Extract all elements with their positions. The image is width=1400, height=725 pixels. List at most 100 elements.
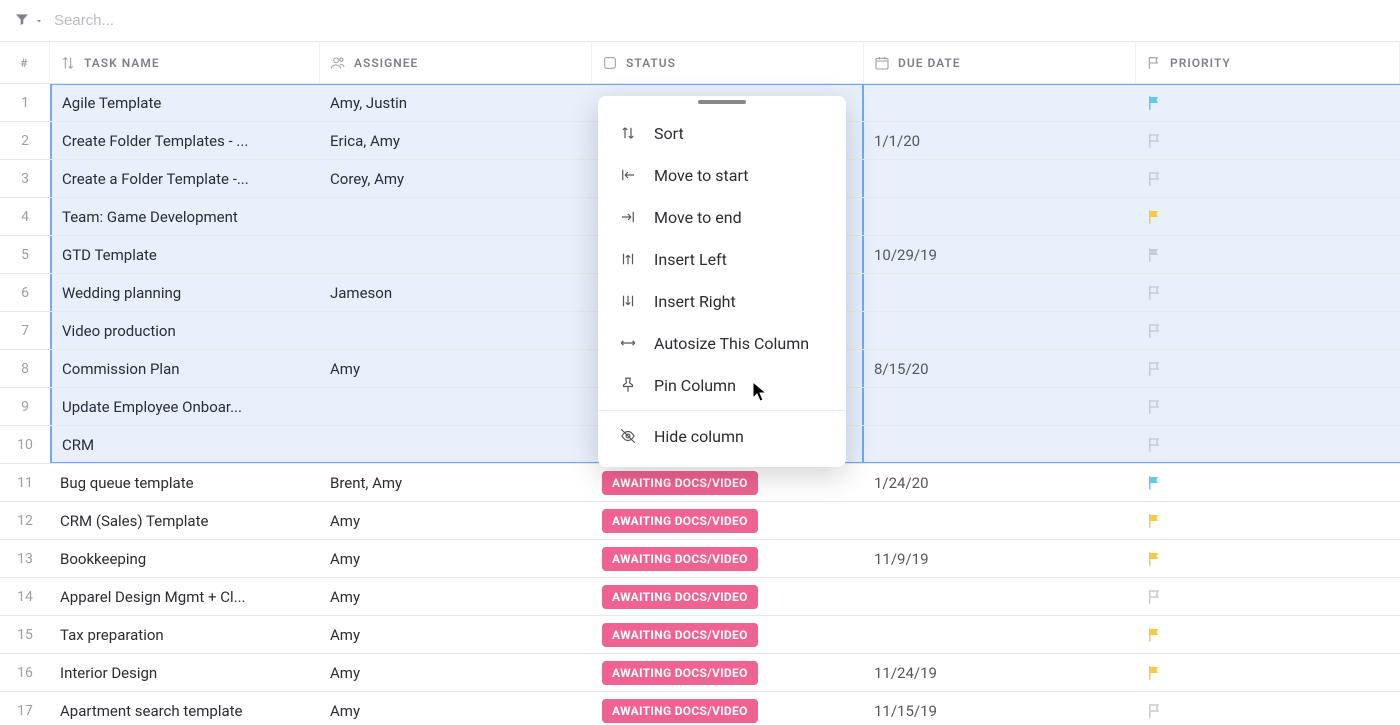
assignee-cell[interactable]	[320, 236, 592, 273]
table-row[interactable]: 16Interior DesignAmyAWAITING DOCS/VIDEO1…	[0, 654, 1400, 692]
task-name-cell[interactable]: CRM (Sales) Template	[50, 502, 320, 539]
menu-insert-right[interactable]: Insert Right	[598, 280, 846, 322]
menu-move-to-start[interactable]: Move to start	[598, 154, 846, 196]
search-input[interactable]	[54, 12, 1386, 29]
assignee-cell[interactable]: Amy	[320, 616, 592, 653]
table-row[interactable]: 13BookkeepingAmyAWAITING DOCS/VIDEO11/9/…	[0, 540, 1400, 578]
priority-cell[interactable]	[1136, 464, 1400, 501]
assignee-cell[interactable]	[320, 388, 592, 425]
priority-cell[interactable]	[1136, 274, 1400, 311]
assignee-cell[interactable]	[320, 198, 592, 235]
status-cell[interactable]: AWAITING DOCS/VIDEO	[592, 578, 864, 615]
status-cell[interactable]: AWAITING DOCS/VIDEO	[592, 654, 864, 691]
task-name-cell[interactable]: Commission Plan	[50, 350, 320, 387]
due-date-cell[interactable]	[864, 426, 1136, 463]
due-date-cell[interactable]: 1/24/20	[864, 464, 1136, 501]
priority-cell[interactable]	[1136, 616, 1400, 653]
due-date-cell[interactable]	[864, 84, 1136, 121]
task-name-cell[interactable]: Interior Design	[50, 654, 320, 691]
table-row[interactable]: 11Bug queue templateBrent, AmyAWAITING D…	[0, 464, 1400, 502]
task-name-cell[interactable]: Wedding planning	[50, 274, 320, 311]
priority-cell[interactable]	[1136, 426, 1400, 463]
priority-cell[interactable]	[1136, 198, 1400, 235]
assignee-cell[interactable]: Amy	[320, 692, 592, 725]
table-row[interactable]: 15Tax preparationAmyAWAITING DOCS/VIDEO	[0, 616, 1400, 654]
priority-cell[interactable]	[1136, 578, 1400, 615]
due-date-cell[interactable]: 10/29/19	[864, 236, 1136, 273]
priority-cell[interactable]	[1136, 350, 1400, 387]
task-name-cell[interactable]: Bug queue template	[50, 464, 320, 501]
assignee-cell[interactable]: Amy	[320, 578, 592, 615]
priority-cell[interactable]	[1136, 84, 1400, 121]
task-name-cell[interactable]: Apparel Design Mgmt + Cl...	[50, 578, 320, 615]
due-date-cell[interactable]	[864, 388, 1136, 425]
task-name-cell[interactable]: Create Folder Templates - ...	[50, 122, 320, 159]
priority-flag-icon	[1146, 398, 1164, 416]
task-name-cell[interactable]: Update Employee Onboar...	[50, 388, 320, 425]
assignee-cell[interactable]: Corey, Amy	[320, 160, 592, 197]
priority-cell[interactable]	[1136, 654, 1400, 691]
assignee-cell[interactable]: Amy	[320, 350, 592, 387]
table-row[interactable]: 14Apparel Design Mgmt + Cl...AmyAWAITING…	[0, 578, 1400, 616]
priority-cell[interactable]	[1136, 312, 1400, 349]
task-name-cell[interactable]: GTD Template	[50, 236, 320, 273]
assignee-cell[interactable]: Jameson	[320, 274, 592, 311]
filter-trigger[interactable]	[14, 11, 44, 31]
assignee-cell[interactable]: Amy	[320, 502, 592, 539]
menu-move-to-end[interactable]: Move to end	[598, 196, 846, 238]
menu-pin-column[interactable]: Pin Column	[598, 364, 846, 406]
priority-cell[interactable]	[1136, 502, 1400, 539]
table-row[interactable]: 12CRM (Sales) TemplateAmyAWAITING DOCS/V…	[0, 502, 1400, 540]
task-name-cell[interactable]: Bookkeeping	[50, 540, 320, 577]
drag-handle[interactable]	[698, 100, 746, 104]
header-priority[interactable]: PRIORITY	[1136, 42, 1400, 83]
assignee-cell[interactable]: Amy, Justin	[320, 84, 592, 121]
due-date-cell[interactable]	[864, 274, 1136, 311]
task-name-cell[interactable]: Video production	[50, 312, 320, 349]
header-row-number[interactable]: #	[0, 42, 50, 83]
menu-insert-left[interactable]: Insert Left	[598, 238, 846, 280]
menu-sort[interactable]: Sort	[598, 112, 846, 154]
task-name-cell[interactable]: Agile Template	[50, 84, 320, 121]
assignee-cell[interactable]: Erica, Amy	[320, 122, 592, 159]
due-date-cell[interactable]	[864, 160, 1136, 197]
assignee-cell[interactable]	[320, 312, 592, 349]
task-name-cell[interactable]: Tax preparation	[50, 616, 320, 653]
task-name-cell[interactable]: Create a Folder Template -...	[50, 160, 320, 197]
task-name-cell[interactable]: CRM	[50, 426, 320, 463]
due-date-cell[interactable]	[864, 578, 1136, 615]
menu-autosize-column[interactable]: Autosize This Column	[598, 322, 846, 364]
header-task-name[interactable]: TASK NAME	[50, 42, 320, 83]
assignee-cell[interactable]: Brent, Amy	[320, 464, 592, 501]
due-date-cell[interactable]: 11/9/19	[864, 540, 1136, 577]
due-date-cell[interactable]: 8/15/20	[864, 350, 1136, 387]
table-row[interactable]: 17Apartment search templateAmyAWAITING D…	[0, 692, 1400, 725]
due-date-cell[interactable]: 11/24/19	[864, 654, 1136, 691]
due-date-cell[interactable]: 11/15/19	[864, 692, 1136, 725]
due-date-cell[interactable]	[864, 616, 1136, 653]
menu-hide-column[interactable]: Hide column	[598, 415, 846, 457]
priority-cell[interactable]	[1136, 236, 1400, 273]
assignee-cell[interactable]: Amy	[320, 654, 592, 691]
priority-cell[interactable]	[1136, 692, 1400, 725]
due-date-cell[interactable]: 1/1/20	[864, 122, 1136, 159]
priority-cell[interactable]	[1136, 540, 1400, 577]
task-name-cell[interactable]: Team: Game Development	[50, 198, 320, 235]
assignee-cell[interactable]	[320, 426, 592, 463]
status-cell[interactable]: AWAITING DOCS/VIDEO	[592, 540, 864, 577]
header-due-date[interactable]: DUE DATE	[864, 42, 1136, 83]
priority-cell[interactable]	[1136, 388, 1400, 425]
header-status[interactable]: STATUS	[592, 42, 864, 83]
assignee-cell[interactable]: Amy	[320, 540, 592, 577]
status-cell[interactable]: AWAITING DOCS/VIDEO	[592, 692, 864, 725]
due-date-cell[interactable]	[864, 502, 1136, 539]
status-cell[interactable]: AWAITING DOCS/VIDEO	[592, 464, 864, 501]
priority-cell[interactable]	[1136, 160, 1400, 197]
due-date-cell[interactable]	[864, 312, 1136, 349]
due-date-cell[interactable]	[864, 198, 1136, 235]
task-name-cell[interactable]: Apartment search template	[50, 692, 320, 725]
status-cell[interactable]: AWAITING DOCS/VIDEO	[592, 502, 864, 539]
priority-cell[interactable]	[1136, 122, 1400, 159]
status-cell[interactable]: AWAITING DOCS/VIDEO	[592, 616, 864, 653]
header-assignee[interactable]: ASSIGNEE	[320, 42, 592, 83]
